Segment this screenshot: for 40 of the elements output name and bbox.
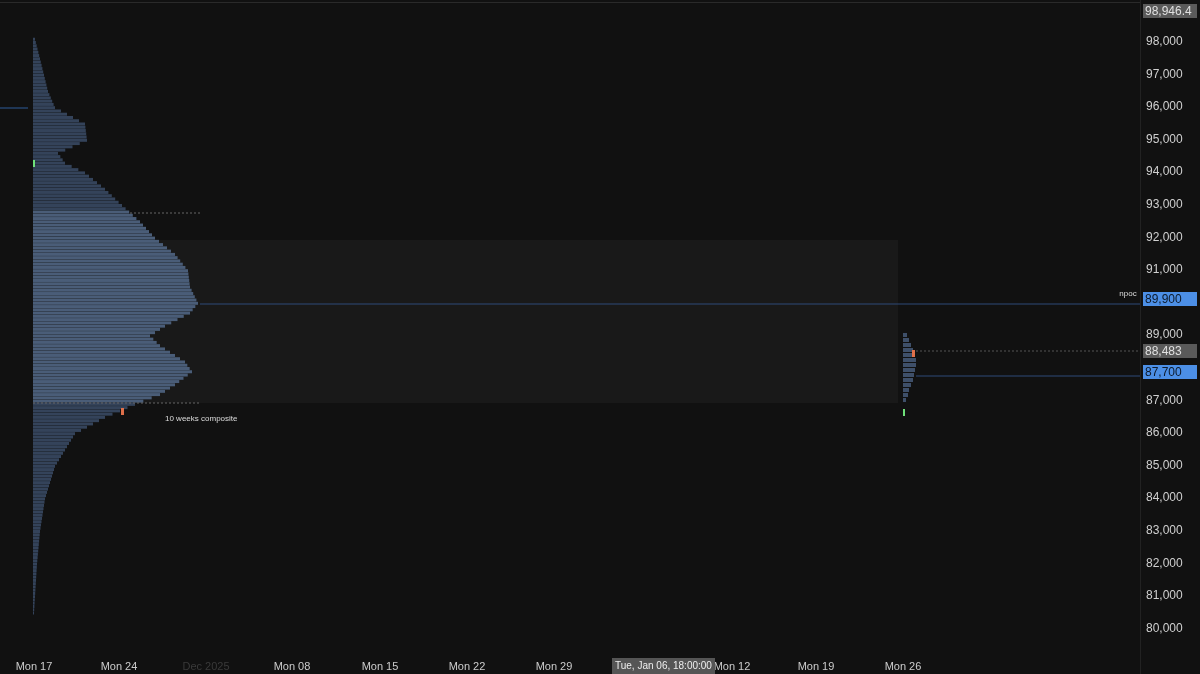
open-marker-icon: [903, 409, 905, 416]
price-axis-label: 81,000: [1146, 588, 1183, 603]
time-axis-label: Mon 22: [448, 659, 486, 673]
price-badge: 89,900: [1143, 292, 1197, 306]
price-axis-label: 86,000: [1146, 425, 1183, 440]
price-axis-label: 97,000: [1146, 66, 1183, 81]
session-profile-drawing: [903, 333, 916, 402]
price-axis-label: 98,000: [1146, 34, 1183, 48]
price-axis-label: 84,000: [1146, 490, 1183, 505]
price-badge: 87,700: [1143, 365, 1197, 379]
price-axis-label: 93,000: [1146, 197, 1183, 211]
price-axis-label: 92,000: [1146, 229, 1183, 244]
price-axis-label: 85,000: [1146, 457, 1183, 472]
time-axis-label: Mon 12: [713, 659, 751, 673]
poc-label: npoc: [1118, 289, 1138, 298]
price-axis-label: 96,000: [1146, 99, 1183, 114]
crosshair-time-label: Tue, Jan 06, 18:00:00: [612, 658, 715, 674]
price-axis-label: 87,000: [1146, 392, 1183, 407]
time-axis-label: Mon 26: [884, 659, 922, 673]
time-axis-label: Mon 15: [361, 659, 399, 673]
price-axis-label: 91,000: [1146, 262, 1183, 277]
price-badge: 88,483: [1143, 344, 1197, 358]
close-marker-icon: [121, 408, 124, 415]
price-axis-label: 95,000: [1146, 131, 1183, 146]
time-axis-label: Mon 08: [273, 659, 311, 673]
time-axis-label: Mon 19: [797, 659, 835, 673]
price-axis-label: 80,000: [1146, 620, 1183, 635]
profile-label: 10 weeks composite: [165, 413, 238, 425]
time-axis-label: Mon 29: [535, 659, 573, 673]
close-marker-icon: [912, 350, 915, 357]
price-badge: 98,946.4: [1143, 4, 1197, 18]
price-axis-label: 94,000: [1146, 164, 1183, 179]
open-marker-icon: [33, 160, 35, 167]
time-axis-label: Mon 17: [15, 659, 53, 673]
price-axis-label: 82,000: [1146, 555, 1183, 570]
time-axis-label: Mon 24: [100, 659, 138, 673]
level-line: [0, 107, 29, 109]
price-axis-label: 83,000: [1146, 523, 1183, 537]
price-axis-label: 89,000: [1146, 327, 1183, 342]
value-area-high-line: [129, 212, 201, 214]
